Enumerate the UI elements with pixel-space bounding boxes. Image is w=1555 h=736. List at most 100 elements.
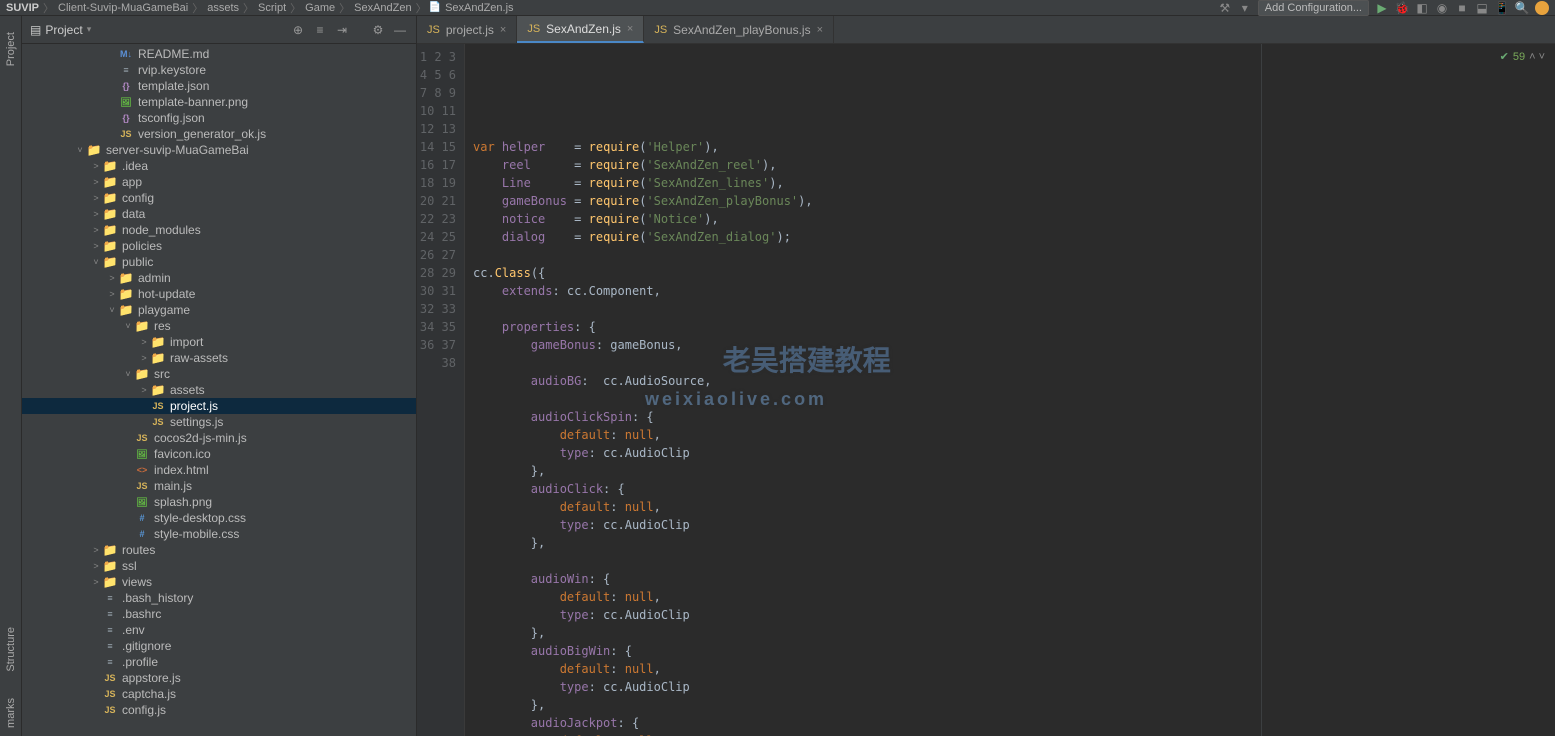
- tree-node[interactable]: ˃📁admin: [22, 270, 416, 286]
- tree-node[interactable]: JSproject.js: [22, 398, 416, 414]
- tree-node[interactable]: JSmain.js: [22, 478, 416, 494]
- tree-node[interactable]: ≡.bashrc: [22, 606, 416, 622]
- tree-node[interactable]: ˅📁src: [22, 366, 416, 382]
- code-line[interactable]: [473, 390, 1555, 408]
- tree-node[interactable]: ˃📁data: [22, 206, 416, 222]
- tree-node[interactable]: ˃📁ssl: [22, 558, 416, 574]
- chevron-down-icon[interactable]: ˅: [106, 305, 118, 315]
- breadcrumb-item[interactable]: Script: [258, 2, 286, 14]
- code-line[interactable]: },: [473, 534, 1555, 552]
- code-line[interactable]: type: cc.AudioClip: [473, 606, 1555, 624]
- tool-tab-structure[interactable]: Structure: [3, 619, 19, 680]
- code-line[interactable]: audioClick: {: [473, 480, 1555, 498]
- tree-node[interactable]: JSsettings.js: [22, 414, 416, 430]
- tree-node[interactable]: {}template.json: [22, 78, 416, 94]
- tree-node[interactable]: JScaptcha.js: [22, 686, 416, 702]
- tree-node[interactable]: {}tsconfig.json: [22, 110, 416, 126]
- code-line[interactable]: },: [473, 462, 1555, 480]
- tree-node[interactable]: ˃📁policies: [22, 238, 416, 254]
- code-line[interactable]: audioJackpot: {: [473, 714, 1555, 732]
- tree-node[interactable]: JScocos2d-js-min.js: [22, 430, 416, 446]
- code-line[interactable]: default: null,: [473, 426, 1555, 444]
- tree-node[interactable]: ≡.gitignore: [22, 638, 416, 654]
- chevron-down-icon[interactable]: ▾: [1238, 1, 1252, 15]
- breadcrumb-item[interactable]: assets: [207, 2, 239, 14]
- tree-node[interactable]: 🖼splash.png: [22, 494, 416, 510]
- code-line[interactable]: audioWin: {: [473, 570, 1555, 588]
- debug-icon[interactable]: 🐞: [1395, 1, 1409, 15]
- code-line[interactable]: [473, 120, 1555, 138]
- tree-node[interactable]: ≡.bash_history: [22, 590, 416, 606]
- run-icon[interactable]: ▶: [1375, 1, 1389, 15]
- tree-node[interactable]: <>index.html: [22, 462, 416, 478]
- hide-icon[interactable]: —: [392, 22, 408, 38]
- breadcrumb-item[interactable]: SUVIP: [6, 2, 39, 14]
- code-line[interactable]: dialog = require('SexAndZen_dialog');: [473, 228, 1555, 246]
- code-line[interactable]: audioBG: cc.AudioSource,: [473, 372, 1555, 390]
- tree-node[interactable]: ˃📁hot-update: [22, 286, 416, 302]
- code-view[interactable]: 老吴搭建教程 weixiaolive.com var helper = requ…: [465, 44, 1555, 736]
- code-line[interactable]: audioBigWin: {: [473, 642, 1555, 660]
- chevron-down-icon[interactable]: ˅: [74, 145, 86, 155]
- run-config-select[interactable]: Add Configuration...: [1258, 0, 1369, 16]
- chevron-right-icon[interactable]: ˃: [138, 337, 150, 347]
- tool-tab-marks[interactable]: marks: [3, 690, 19, 736]
- chevron-right-icon[interactable]: ˃: [90, 561, 102, 571]
- tool-tab-project[interactable]: Project: [3, 24, 19, 74]
- stop-icon[interactable]: ■: [1455, 1, 1469, 15]
- tree-node[interactable]: JSconfig.js: [22, 702, 416, 718]
- tree-node[interactable]: ˃📁app: [22, 174, 416, 190]
- tree-node[interactable]: JSversion_generator_ok.js: [22, 126, 416, 142]
- chevron-right-icon[interactable]: ˃: [106, 289, 118, 299]
- tree-node[interactable]: ≡rvip.keystore: [22, 62, 416, 78]
- locate-icon[interactable]: ⊕: [290, 22, 306, 38]
- code-line[interactable]: audioClickSpin: {: [473, 408, 1555, 426]
- chevron-right-icon[interactable]: ˃: [90, 577, 102, 587]
- chevron-down-icon[interactable]: ˅: [90, 257, 102, 267]
- tree-node[interactable]: 🖼template-banner.png: [22, 94, 416, 110]
- tree-node[interactable]: M↓README.md: [22, 46, 416, 62]
- tree-node[interactable]: ˃📁routes: [22, 542, 416, 558]
- tree-node[interactable]: #style-desktop.css: [22, 510, 416, 526]
- avatar[interactable]: [1535, 1, 1549, 15]
- project-tree[interactable]: M↓README.md≡rvip.keystore{}template.json…: [22, 44, 416, 736]
- chevron-right-icon[interactable]: ˃: [138, 385, 150, 395]
- tree-node[interactable]: ˃📁raw-assets: [22, 350, 416, 366]
- tree-node[interactable]: #style-mobile.css: [22, 526, 416, 542]
- search-icon[interactable]: 🔍: [1515, 1, 1529, 15]
- code-line[interactable]: type: cc.AudioClip: [473, 678, 1555, 696]
- sidebar-title[interactable]: ▤Project▾: [30, 23, 284, 37]
- code-line[interactable]: type: cc.AudioClip: [473, 516, 1555, 534]
- code-line[interactable]: default: null,: [473, 588, 1555, 606]
- git-icon[interactable]: ⬓: [1475, 1, 1489, 15]
- code-line[interactable]: reel = require('SexAndZen_reel'),: [473, 156, 1555, 174]
- code-line[interactable]: [473, 246, 1555, 264]
- chevron-right-icon[interactable]: ˃: [90, 225, 102, 235]
- chevron-right-icon[interactable]: ˃: [90, 161, 102, 171]
- code-line[interactable]: [473, 354, 1555, 372]
- editor-tab[interactable]: JSSexAndZen_playBonus.js×: [644, 16, 834, 43]
- hammer-icon[interactable]: ⚒: [1218, 1, 1232, 15]
- tree-node[interactable]: 🖼favicon.ico: [22, 446, 416, 462]
- editor-tab[interactable]: JSproject.js×: [417, 16, 517, 43]
- tree-node[interactable]: ˃📁node_modules: [22, 222, 416, 238]
- code-line[interactable]: },: [473, 696, 1555, 714]
- code-line[interactable]: cc.Class({: [473, 264, 1555, 282]
- close-icon[interactable]: ×: [627, 23, 633, 35]
- code-line[interactable]: [473, 552, 1555, 570]
- tree-node[interactable]: ˅📁public: [22, 254, 416, 270]
- code-line[interactable]: Line = require('SexAndZen_lines'),: [473, 174, 1555, 192]
- tree-node[interactable]: ˃📁assets: [22, 382, 416, 398]
- breadcrumb-item[interactable]: SexAndZen.js: [445, 2, 513, 14]
- code-line[interactable]: notice = require('Notice'),: [473, 210, 1555, 228]
- coverage-icon[interactable]: ◧: [1415, 1, 1429, 15]
- close-icon[interactable]: ×: [817, 24, 823, 36]
- code-line[interactable]: gameBonus = require('SexAndZen_playBonus…: [473, 192, 1555, 210]
- tree-node[interactable]: ˅📁res: [22, 318, 416, 334]
- code-line[interactable]: gameBonus: gameBonus,: [473, 336, 1555, 354]
- chevron-down-icon[interactable]: ˅: [122, 321, 134, 331]
- code-line[interactable]: var helper = require('Helper'),: [473, 138, 1555, 156]
- breadcrumb-item[interactable]: Client-Suvip-MuaGameBai: [58, 2, 188, 14]
- chevron-right-icon[interactable]: ˃: [90, 193, 102, 203]
- collapse-icon[interactable]: ⇥: [334, 22, 350, 38]
